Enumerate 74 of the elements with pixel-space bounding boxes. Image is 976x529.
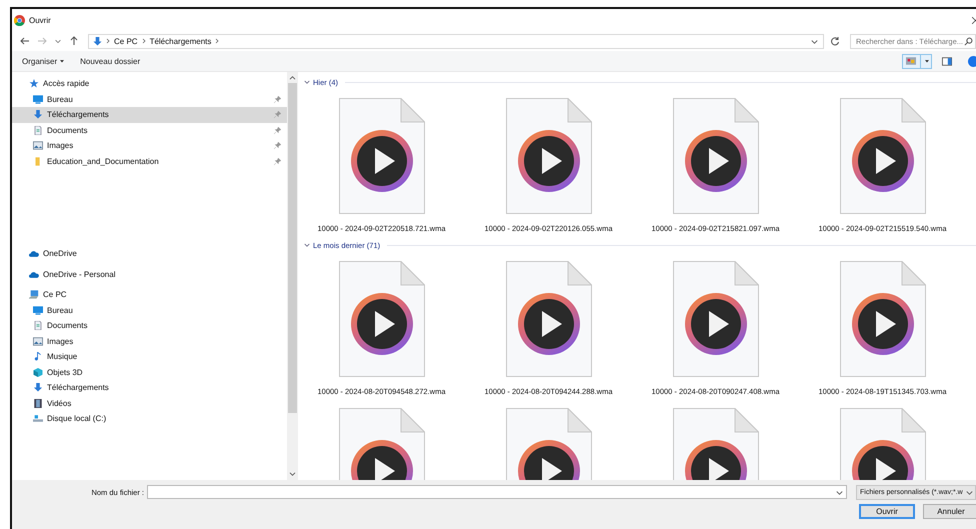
breadcrumb-chevron-icon <box>106 38 110 44</box>
dialog-button[interactable]: Annuler <box>923 504 976 519</box>
cube-icon <box>33 368 43 377</box>
monitor-icon <box>33 306 43 315</box>
monitor-icon <box>33 94 43 104</box>
sidebar-item[interactable]: Bureau <box>12 92 287 107</box>
audio-file-icon[interactable] <box>840 98 926 214</box>
picture-icon <box>33 141 43 150</box>
audio-file-icon[interactable] <box>338 261 424 377</box>
collapse-chevron-icon[interactable] <box>304 242 310 248</box>
sidebar-item[interactable]: Vidéos <box>12 396 287 411</box>
audio-file-icon[interactable] <box>506 261 592 377</box>
back-arrow-icon[interactable] <box>20 36 30 46</box>
document-icon <box>33 321 43 330</box>
breadcrumb-chevron-icon <box>142 38 146 44</box>
audio-file-icon[interactable] <box>506 98 592 214</box>
collapse-chevron-icon[interactable] <box>304 80 310 84</box>
audio-file-icon[interactable] <box>672 98 758 214</box>
preview-pane-icon[interactable] <box>942 56 952 66</box>
sidebar-item[interactable]: Téléchargements <box>12 107 287 122</box>
pin-icon[interactable] <box>274 142 281 150</box>
pin-icon[interactable] <box>274 126 281 134</box>
help-icon[interactable] <box>968 56 976 66</box>
audio-file-icon[interactable] <box>338 98 424 214</box>
sidebar-item[interactable]: OneDrive <box>12 246 287 262</box>
sidebar-item[interactable]: Accès rapide <box>12 76 287 92</box>
sidebar-item[interactable]: Images <box>12 334 287 349</box>
star-icon <box>29 79 39 88</box>
view-options-button[interactable] <box>902 54 932 68</box>
filename-field[interactable] <box>147 485 847 499</box>
download-icon <box>33 110 43 120</box>
computer-icon <box>29 290 39 300</box>
sidebar-item[interactable]: Bureau <box>12 302 287 318</box>
sidebar-item[interactable]: Musique <box>12 349 287 364</box>
sidebar-item[interactable]: OneDrive - Personal <box>12 266 287 282</box>
pin-icon[interactable] <box>274 96 281 103</box>
search-icon <box>964 36 973 46</box>
dialog-button[interactable]: Ouvrir <box>859 504 915 519</box>
breadcrumb-item[interactable]: Téléchargements <box>150 36 212 46</box>
sidebar-item[interactable]: Documents <box>12 122 287 138</box>
download-icon <box>93 36 102 46</box>
sidebar-item[interactable]: Téléchargements <box>12 380 287 396</box>
cloud-icon <box>29 249 39 258</box>
pin-icon[interactable] <box>274 158 281 165</box>
scroll-up-icon[interactable] <box>289 75 296 80</box>
sidebar-item[interactable]: Documents <box>12 318 287 334</box>
view-icon <box>906 57 916 65</box>
toolbar-button[interactable]: Organiser <box>22 56 64 66</box>
window-title: Ouvrir <box>29 16 51 24</box>
sidebar-item[interactable]: Images <box>12 138 287 154</box>
sidebar-item[interactable]: Objets 3D <box>12 364 287 380</box>
audio-file-icon[interactable] <box>840 261 926 377</box>
film-icon <box>33 398 43 408</box>
scrollbar[interactable] <box>287 72 298 480</box>
drive-icon <box>33 414 43 424</box>
document-icon <box>33 126 43 135</box>
breadcrumb-chevron-icon <box>215 38 220 44</box>
picture-icon <box>33 336 43 346</box>
music-note-icon <box>33 352 43 362</box>
refresh-icon[interactable] <box>830 36 840 46</box>
up-arrow-icon[interactable] <box>69 36 79 46</box>
address-bar[interactable]: Ce PC Téléchargements <box>88 34 824 48</box>
breadcrumb-item[interactable]: Ce PC <box>114 36 138 46</box>
cloud-icon <box>29 270 39 279</box>
scroll-down-icon[interactable] <box>289 472 296 477</box>
sidebar-item[interactable]: Disque local (C:) <box>12 411 287 426</box>
audio-file-icon[interactable] <box>672 261 758 377</box>
app-logo-icon <box>14 14 25 26</box>
download-icon <box>33 383 43 392</box>
caret-icon <box>925 60 929 62</box>
sidebar-item[interactable]: Ce PC <box>12 287 287 302</box>
toolbar-button[interactable]: Nouveau dossier <box>80 56 140 66</box>
recent-chevron-icon[interactable] <box>54 37 62 45</box>
sidebar-item[interactable]: Education_and_Documentation <box>12 154 287 169</box>
